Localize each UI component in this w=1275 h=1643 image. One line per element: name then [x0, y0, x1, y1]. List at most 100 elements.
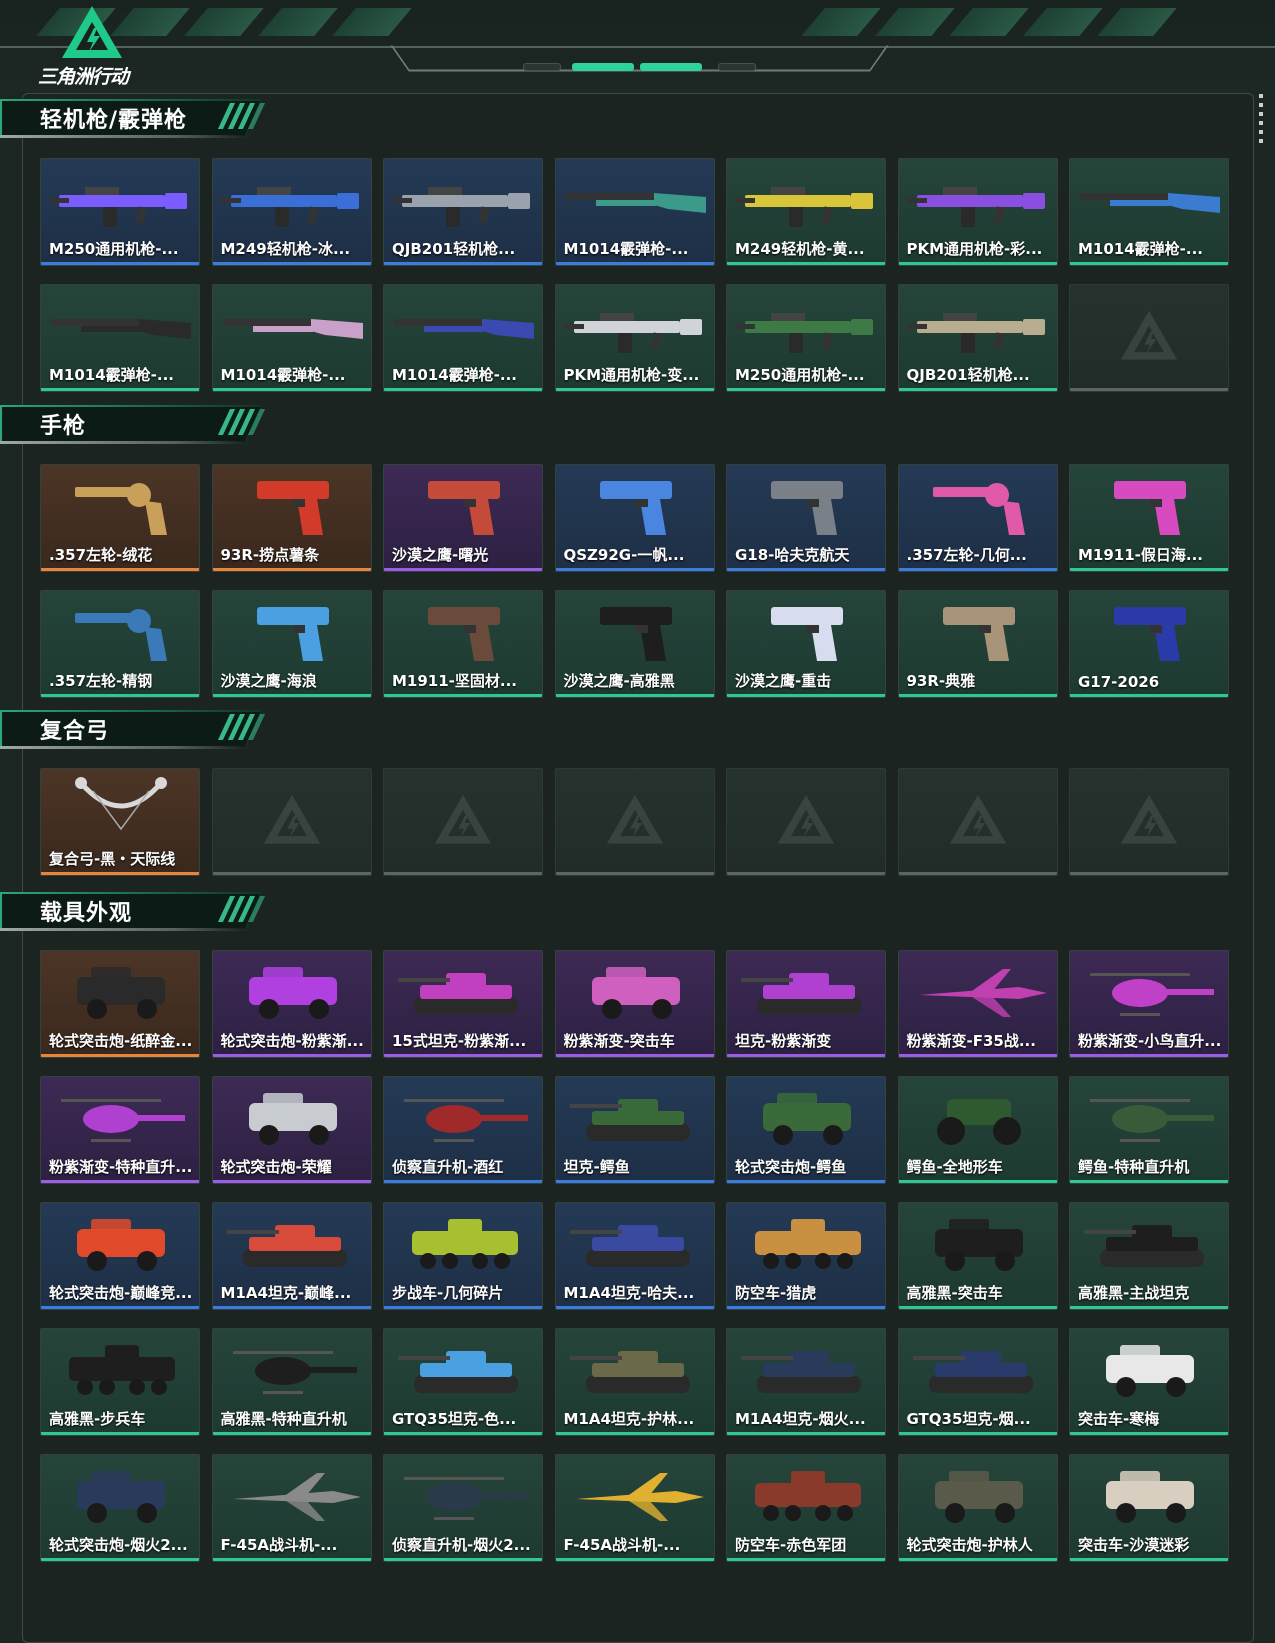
skin-card[interactable]: .357左轮-绒花 — [40, 464, 200, 572]
skin-card[interactable]: 粉紫渐变-小鸟直升... — [1069, 950, 1229, 1058]
skin-name: 15式坦克-粉紫渐... — [392, 1032, 527, 1050]
skin-card[interactable]: 鳄鱼-全地形车 — [897, 1076, 1058, 1184]
empty-slot — [1069, 768, 1229, 876]
skin-card[interactable]: 轮式突击炮-粉紫渐... — [211, 950, 372, 1058]
skin-card[interactable]: F-45A战斗机-... — [211, 1454, 372, 1562]
skin-card[interactable]: 坦克-鳄鱼 — [554, 1076, 715, 1184]
skin-card[interactable]: 粉紫渐变-F35战... — [897, 950, 1058, 1058]
skin-card[interactable]: 高雅黑-主战坦克 — [1069, 1202, 1229, 1310]
skin-card[interactable]: 鳄鱼-特种直升机 — [1069, 1076, 1229, 1184]
pistol-icon — [213, 591, 371, 673]
skin-name: M1A4坦克-哈夫... — [563, 1284, 695, 1302]
skin-card[interactable]: 复合弓-黑・天际线 — [40, 768, 200, 876]
skin-card[interactable]: G18-哈夫克航天 — [726, 464, 886, 572]
shotgun-icon — [213, 285, 371, 367]
anti-air-vehicle-icon — [727, 1203, 885, 1285]
skin-card[interactable]: 步战车-几何碎片 — [383, 1202, 543, 1310]
skin-card[interactable]: PKM通用机枪-彩... — [897, 158, 1058, 266]
rarity-bar — [41, 872, 199, 875]
skin-card[interactable]: 93R-典雅 — [897, 590, 1058, 698]
skin-card[interactable]: 防空车-猎虎 — [726, 1202, 886, 1310]
skin-card[interactable]: 突击车-沙漠迷彩 — [1069, 1454, 1229, 1562]
rarity-bar — [212, 568, 371, 571]
armored-car-icon — [213, 1077, 371, 1159]
skin-card[interactable]: G17-2026 — [1069, 590, 1229, 698]
skin-card[interactable]: 沙漠之鹰-重击 — [726, 590, 886, 698]
skin-card[interactable]: .357左轮-精钢 — [40, 590, 200, 698]
skin-card[interactable]: M1014霰弹枪-... — [383, 284, 543, 392]
skin-card[interactable]: 15式坦克-粉紫渐... — [383, 950, 543, 1058]
skin-card[interactable]: QSZ92G-一帆... — [554, 464, 715, 572]
skin-card[interactable]: M1014霰弹枪-... — [211, 284, 372, 392]
skin-card[interactable]: 坦克-粉紫渐变 — [726, 950, 886, 1058]
scrollbar-dots[interactable] — [1259, 94, 1263, 148]
skin-card[interactable]: M1A4坦克-护林... — [554, 1328, 715, 1436]
rarity-bar — [555, 262, 714, 265]
skin-card[interactable]: 轮式突击炮-纸醉金... — [40, 950, 200, 1058]
empty-slot — [1069, 284, 1229, 392]
rarity-bar — [555, 1054, 714, 1057]
rarity-bar — [212, 1306, 371, 1309]
skin-card[interactable]: M1A4坦克-巅峰... — [211, 1202, 372, 1310]
fighter-jet-icon — [213, 1455, 371, 1537]
skin-card[interactable]: M249轻机枪-黄... — [726, 158, 886, 266]
tank-icon — [213, 1203, 371, 1285]
skin-card[interactable]: 高雅黑-特种直升机 — [211, 1328, 372, 1436]
skin-card[interactable]: M1014霰弹枪-... — [40, 284, 200, 392]
skin-name: 坦克-鳄鱼 — [563, 1158, 630, 1176]
skin-card[interactable]: 沙漠之鹰-曙光 — [383, 464, 543, 572]
skin-card[interactable]: 突击车-寒梅 — [1069, 1328, 1229, 1436]
helicopter-icon — [213, 1329, 371, 1411]
empty-slot — [383, 768, 543, 876]
skin-card[interactable]: 轮式突击炮-巅峰竞... — [40, 1202, 200, 1310]
rarity-bar — [727, 694, 885, 697]
skin-card[interactable]: 侦察直升机-烟火2... — [383, 1454, 543, 1562]
rarity-bar — [727, 262, 885, 265]
rarity-bar — [727, 568, 885, 571]
skin-card[interactable]: M249轻机枪-冰... — [211, 158, 372, 266]
skin-card[interactable]: F-45A战斗机-... — [554, 1454, 715, 1562]
shotgun-icon — [556, 159, 714, 241]
skin-card[interactable]: .357左轮-几何... — [897, 464, 1058, 572]
skin-name: QJB201轻机枪... — [906, 366, 1030, 384]
skin-card[interactable]: 沙漠之鹰-海浪 — [211, 590, 372, 698]
skin-card[interactable]: 粉紫渐变-特种直升... — [40, 1076, 200, 1184]
infantry-vehicle-icon — [41, 1329, 199, 1411]
skin-card[interactable]: M250通用机枪-... — [40, 158, 200, 266]
tank-icon — [1070, 1203, 1228, 1285]
skin-card[interactable]: M1A4坦克-哈夫... — [554, 1202, 715, 1310]
skin-name: 粉紫渐变-F35战... — [906, 1032, 1036, 1050]
skin-card[interactable]: QJB201轻机枪... — [383, 158, 543, 266]
rarity-bar — [212, 1432, 371, 1435]
skin-card[interactable]: GTQ35坦克-烟... — [897, 1328, 1058, 1436]
skin-card[interactable]: 高雅黑-突击车 — [897, 1202, 1058, 1310]
skin-card[interactable]: M1014霰弹枪-... — [1069, 158, 1229, 266]
skin-card[interactable]: QJB201轻机枪... — [897, 284, 1058, 392]
skin-card[interactable]: 防空车-赤色军团 — [726, 1454, 886, 1562]
skin-card[interactable]: 轮式突击炮-护林人 — [897, 1454, 1058, 1562]
skin-card[interactable]: 侦察直升机-酒红 — [383, 1076, 543, 1184]
skin-card[interactable]: PKM通用机枪-变... — [554, 284, 715, 392]
section-header: 复合弓 — [0, 708, 280, 752]
skin-card[interactable]: 高雅黑-步兵车 — [40, 1328, 200, 1436]
skin-card[interactable]: 93R-捞点薯条 — [211, 464, 372, 572]
atv-icon — [899, 1077, 1057, 1159]
skin-card[interactable]: 粉紫渐变-突击车 — [554, 950, 715, 1058]
skin-card[interactable]: M1911-假日海... — [1069, 464, 1229, 572]
skin-name: 步战车-几何碎片 — [392, 1284, 504, 1302]
skin-card[interactable]: 轮式突击炮-鳄鱼 — [726, 1076, 886, 1184]
shotgun-icon — [41, 285, 199, 367]
rarity-bar — [1070, 262, 1228, 265]
skin-card[interactable]: M1014霰弹枪-... — [554, 158, 715, 266]
rarity-bar — [1070, 1558, 1228, 1561]
skin-card[interactable]: 沙漠之鹰-高雅黑 — [554, 590, 715, 698]
skin-card[interactable]: M1911-坚固材... — [383, 590, 543, 698]
tank-icon — [556, 1077, 714, 1159]
skin-card[interactable]: 轮式突击炮-荣耀 — [211, 1076, 372, 1184]
skin-card[interactable]: GTQ35坦克-色... — [383, 1328, 543, 1436]
rarity-bar — [41, 694, 199, 697]
rarity-bar — [41, 568, 199, 571]
skin-card[interactable]: 轮式突击炮-烟火2... — [40, 1454, 200, 1562]
skin-card[interactable]: M1A4坦克-烟火... — [726, 1328, 886, 1436]
skin-card[interactable]: M250通用机枪-... — [726, 284, 886, 392]
